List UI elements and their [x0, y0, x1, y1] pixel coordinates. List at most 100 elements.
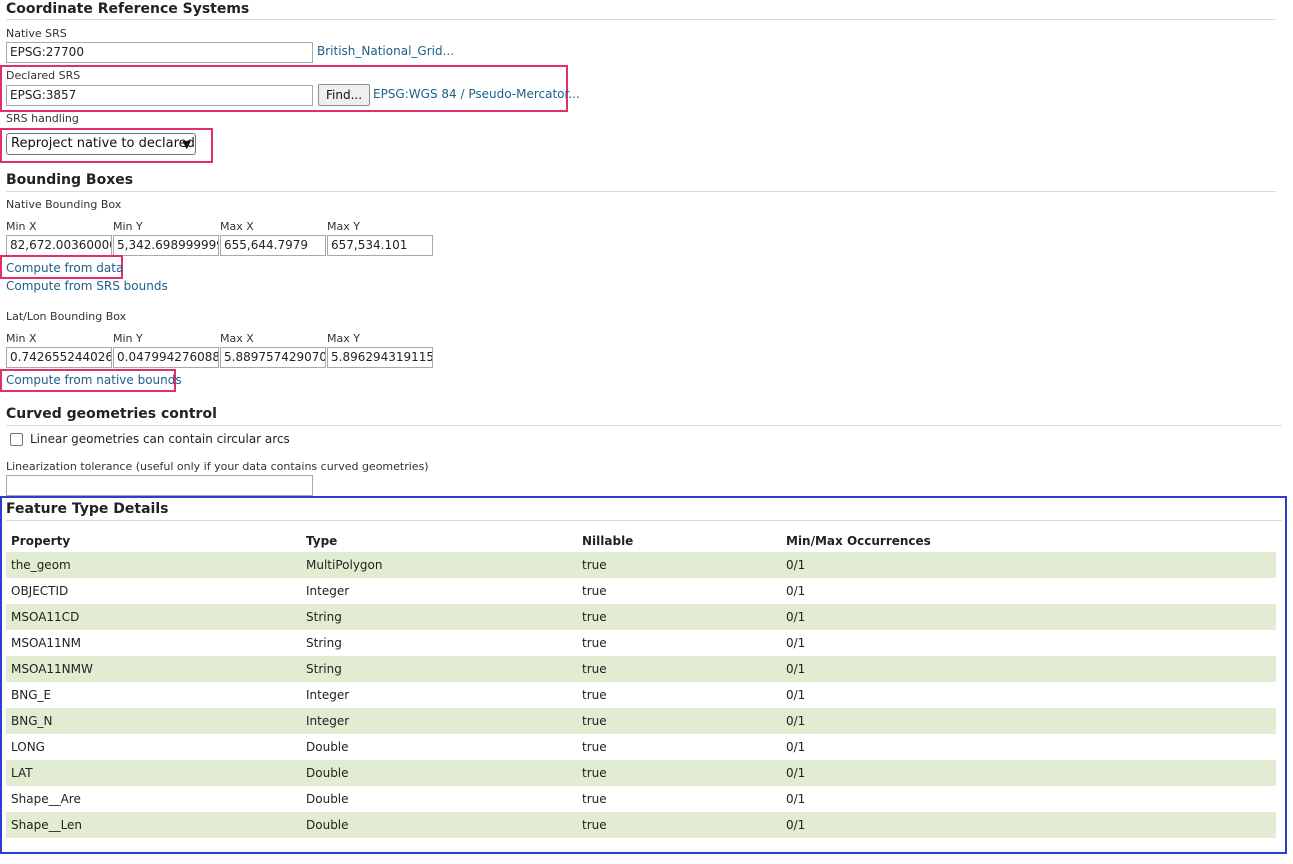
- tolerance-label: Linearization tolerance (useful only if …: [6, 460, 429, 473]
- native-miny-input[interactable]: 5,342.6989999990: [113, 235, 219, 256]
- native-minx-label: Min X: [6, 220, 37, 233]
- native-minx-input[interactable]: 82,672.003600000: [6, 235, 112, 256]
- declared-srs-label: Declared SRS: [6, 69, 81, 82]
- circular-arcs-checkbox[interactable]: [10, 433, 23, 446]
- crs-section-title: Coordinate Reference Systems: [6, 1, 250, 17]
- cell-occurrences: 0/1: [781, 760, 1276, 786]
- cell-occurrences: 0/1: [781, 812, 1276, 838]
- srs-handling-value: Reproject native to declared: [11, 136, 195, 151]
- cell-occurrences: 0/1: [786, 584, 806, 598]
- cell-type: String: [301, 604, 577, 630]
- cell-type: Double: [306, 792, 349, 806]
- compute-from-native-link[interactable]: Compute from native bounds: [6, 373, 182, 387]
- native-maxy-input[interactable]: 657,534.101: [327, 235, 433, 256]
- cell-nillable: true: [577, 552, 781, 578]
- table-header-row: Property Type Nillable Min/Max Occurrenc…: [6, 530, 1276, 552]
- cell-type: Integer: [306, 584, 350, 598]
- cell-property: Shape__Are: [11, 792, 81, 806]
- cell-occurrences: 0/1: [786, 740, 806, 754]
- col-header-occurrences: Min/Max Occurrences: [786, 534, 931, 548]
- cell-type: String: [306, 636, 342, 650]
- native-miny-label: Min Y: [113, 220, 143, 233]
- tolerance-input[interactable]: [6, 475, 313, 496]
- latlon-maxy-label: Max Y: [327, 332, 360, 345]
- latlon-maxy-input[interactable]: 5.89629431911597: [327, 347, 433, 368]
- latlon-minx-input[interactable]: 0.742655244026642: [6, 347, 112, 368]
- feature-divider: [6, 520, 1282, 521]
- table-row: Shape__Len Double true 0/1: [6, 812, 1276, 838]
- cell-nillable: true: [577, 656, 781, 682]
- cell-property: BNG_E: [11, 688, 52, 702]
- cell-occurrences: 0/1: [781, 552, 1276, 578]
- cell-property: LAT: [6, 760, 301, 786]
- cell-occurrences: 0/1: [786, 636, 806, 650]
- compute-from-srs-link[interactable]: Compute from SRS bounds: [6, 279, 168, 293]
- cell-property: BNG_N: [6, 708, 301, 734]
- cell-nillable: true: [577, 708, 781, 734]
- latlon-bbox-title: Lat/Lon Bounding Box: [6, 310, 127, 323]
- col-header-property: Property: [11, 534, 71, 548]
- table-row: the_geom MultiPolygon true 0/1: [6, 552, 1276, 578]
- cell-nillable: true: [582, 584, 607, 598]
- latlon-maxx-input[interactable]: 5.889757429070244: [220, 347, 326, 368]
- native-srs-input[interactable]: EPSG:27700: [6, 42, 313, 63]
- table-row: MSOA11NM String true 0/1: [6, 630, 1276, 656]
- latlon-minx-label: Min X: [6, 332, 37, 345]
- col-header-type: Type: [306, 534, 338, 548]
- cell-property: MSOA11CD: [6, 604, 301, 630]
- cell-property: MSOA11NMW: [6, 656, 301, 682]
- cell-property: LONG: [11, 740, 45, 754]
- cell-occurrences: 0/1: [786, 792, 806, 806]
- cell-nillable: true: [582, 740, 607, 754]
- table-row: MSOA11NMW String true 0/1: [6, 656, 1276, 682]
- cell-property: the_geom: [6, 552, 301, 578]
- cell-nillable: true: [577, 760, 781, 786]
- table-row: OBJECTID Integer true 0/1: [6, 578, 1276, 604]
- cell-type: Double: [301, 760, 577, 786]
- cell-property: Shape__Len: [6, 812, 301, 838]
- srs-handling-select[interactable]: Reproject native to declared ▼: [6, 133, 196, 155]
- cell-occurrences: 0/1: [781, 708, 1276, 734]
- table-row: BNG_N Integer true 0/1: [6, 708, 1276, 734]
- cell-type: Integer: [306, 688, 350, 702]
- cell-nillable: true: [582, 636, 607, 650]
- cell-property: OBJECTID: [11, 584, 69, 598]
- feature-type-table: Property Type Nillable Min/Max Occurrenc…: [6, 530, 1276, 838]
- col-header-nillable: Nillable: [582, 534, 634, 548]
- circular-arcs-label: Linear geometries can contain circular a…: [30, 432, 290, 446]
- native-maxx-input[interactable]: 655,644.7979: [220, 235, 326, 256]
- cell-type: String: [301, 656, 577, 682]
- latlon-maxx-label: Max X: [220, 332, 254, 345]
- table-row: BNG_E Integer true 0/1: [6, 682, 1276, 708]
- declared-srs-input[interactable]: EPSG:3857: [6, 85, 313, 106]
- cell-nillable: true: [582, 688, 607, 702]
- native-srs-link[interactable]: British_National_Grid...: [317, 44, 454, 58]
- cell-type: Double: [306, 740, 349, 754]
- cell-type: MultiPolygon: [301, 552, 577, 578]
- latlon-miny-input[interactable]: 0.047994276088796: [113, 347, 219, 368]
- table-row: MSOA11CD String true 0/1: [6, 604, 1276, 630]
- cell-occurrences: 0/1: [781, 604, 1276, 630]
- cell-type: Double: [301, 812, 577, 838]
- native-maxx-label: Max X: [220, 220, 254, 233]
- bbox-divider: [6, 191, 1276, 192]
- bbox-section-title: Bounding Boxes: [6, 172, 134, 188]
- declared-srs-link[interactable]: EPSG:WGS 84 / Pseudo-Mercator...: [373, 87, 580, 101]
- cell-nillable: true: [577, 812, 781, 838]
- table-row: LAT Double true 0/1: [6, 760, 1276, 786]
- curved-section-title: Curved geometries control: [6, 406, 217, 422]
- cell-property: MSOA11NM: [11, 636, 82, 650]
- latlon-miny-label: Min Y: [113, 332, 143, 345]
- native-srs-label: Native SRS: [6, 27, 67, 40]
- feature-section-title: Feature Type Details: [6, 501, 169, 517]
- crs-divider: [6, 19, 1276, 20]
- cell-type: Integer: [301, 708, 577, 734]
- native-maxy-label: Max Y: [327, 220, 360, 233]
- table-row: Shape__Are Double true 0/1: [6, 786, 1276, 812]
- chevron-down-icon: ▼: [182, 138, 191, 151]
- cell-occurrences: 0/1: [781, 656, 1276, 682]
- cell-occurrences: 0/1: [786, 688, 806, 702]
- find-srs-button[interactable]: Find...: [318, 84, 370, 106]
- cell-nillable: true: [582, 792, 607, 806]
- compute-from-data-link[interactable]: Compute from data: [6, 261, 123, 275]
